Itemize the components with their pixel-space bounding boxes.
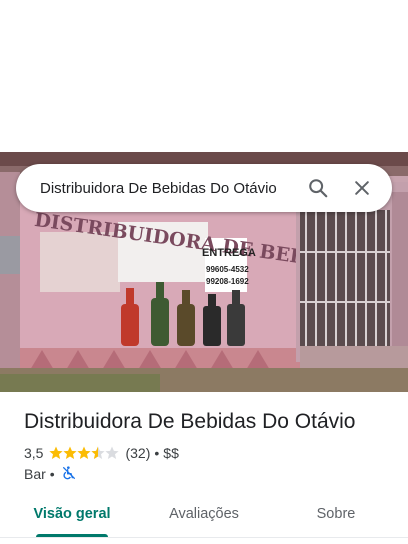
star-empty-icon (105, 446, 120, 459)
separator: • (154, 445, 160, 461)
review-count[interactable]: (32) (125, 445, 150, 461)
photo-sign-delivery: ENTREGA (202, 247, 256, 259)
category-row: Bar • (24, 465, 77, 483)
rating-row[interactable]: 3,5 (32) • $$ (24, 444, 179, 462)
tab-overview[interactable]: Visão geral (22, 494, 122, 534)
close-icon[interactable] (344, 170, 380, 206)
search-bar[interactable]: Distribuidora De Bebidas Do Otávio (16, 164, 392, 212)
photo-sign-phone-2: 99208-1692 (206, 277, 249, 286)
place-tabs: Visão geral Avaliações Sobre (0, 494, 408, 540)
rating-stars (49, 446, 120, 460)
separator: • (49, 466, 55, 482)
search-icon[interactable] (300, 170, 336, 206)
star-icon (77, 446, 92, 459)
price-level: $$ (163, 445, 179, 461)
map-blank-area (0, 0, 408, 152)
tabs-divider (0, 537, 408, 538)
photo-sign-phone-1: 99605-4532 (206, 265, 249, 274)
star-icon (49, 446, 64, 459)
tab-reviews[interactable]: Avaliações (152, 494, 256, 534)
place-title: Distribuidora De Bebidas Do Otávio (24, 410, 356, 433)
no-wheelchair-icon (61, 465, 77, 484)
rating-value: 3,5 (24, 445, 44, 461)
category-label: Bar (24, 466, 46, 482)
tab-about[interactable]: Sobre (296, 494, 376, 534)
star-icon (63, 446, 78, 459)
search-input[interactable]: Distribuidora De Bebidas Do Otávio (40, 180, 292, 197)
